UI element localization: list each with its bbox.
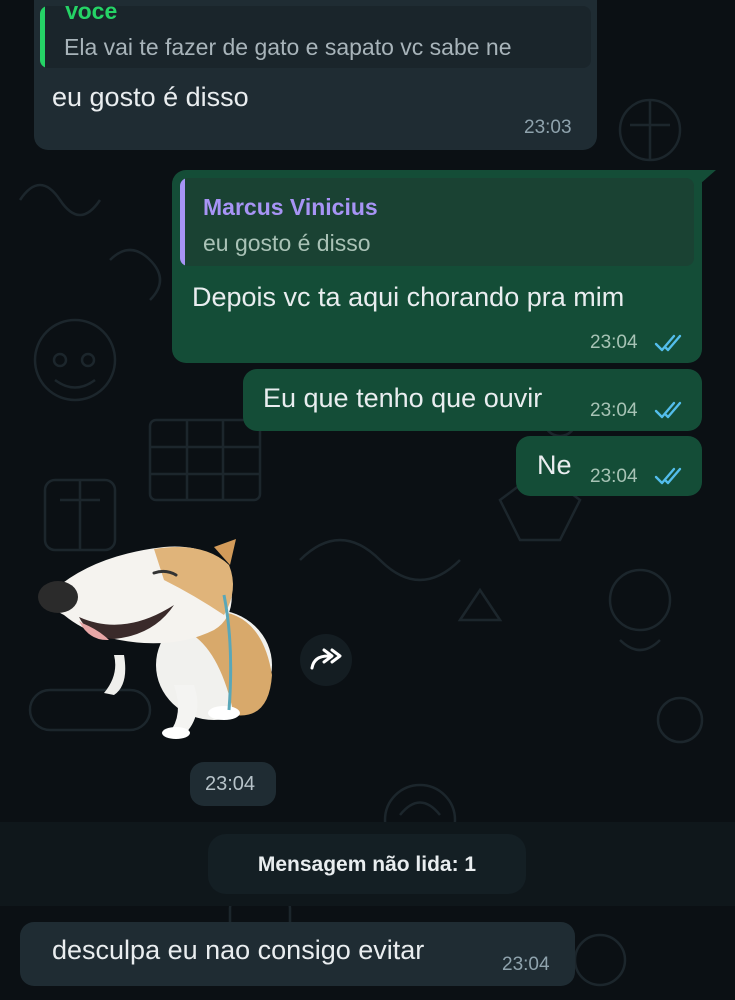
message-time: 23:04 [590, 400, 638, 421]
message-bubble-outgoing[interactable]: Marcus Vinicius eu gosto é disso Depois … [172, 170, 702, 363]
message-bubble-incoming[interactable]: desculpa eu nao consigo evitar 23:04 [20, 922, 575, 986]
forward-button[interactable] [300, 634, 352, 686]
unread-label: Mensagem não lida: 1 [257, 853, 477, 876]
message-time: 23:04 [502, 954, 550, 975]
message-text: eu gosto é disso [52, 82, 249, 112]
message-time: 23:04 [590, 332, 638, 353]
quote-text: Ela vai te fazer de gato e sapato vc sab… [64, 34, 512, 60]
quote-bar [40, 6, 45, 68]
message-time: 23:04 [205, 773, 256, 795]
read-ticks-icon [654, 334, 682, 352]
message-text: Ne [537, 450, 572, 480]
read-ticks-icon [654, 467, 682, 485]
message-time: 23:04 [590, 466, 638, 487]
message-time: 23:03 [524, 117, 572, 138]
forward-icon [310, 648, 342, 670]
unread-messages-banner: Mensagem não lida: 1 [0, 822, 735, 906]
message-text: desculpa eu nao consigo evitar [52, 935, 425, 965]
quoted-message[interactable]: Marcus Vinicius eu gosto é disso [180, 178, 694, 266]
message-bubble-outgoing[interactable]: Eu que tenho que ouvir 23:04 [243, 369, 702, 431]
quoted-message[interactable]: Você Ela vai te fazer de gato e sapato v… [40, 6, 591, 68]
message-bubble-outgoing[interactable]: Ne 23:04 [516, 436, 702, 496]
unread-banner-pill: Mensagem não lida: 1 [208, 834, 526, 894]
quote-author: Você [64, 6, 118, 24]
quote-author: Marcus Vinicius [203, 194, 378, 220]
message-bubble-incoming[interactable]: Você Ela vai te fazer de gato e sapato v… [34, 0, 597, 150]
read-ticks-icon [654, 401, 682, 419]
quote-text: eu gosto é disso [203, 230, 371, 256]
quote-bar [180, 178, 185, 266]
message-text: Eu que tenho que ouvir [263, 383, 543, 413]
bubble-tail [700, 170, 716, 184]
dog-sticker[interactable] [34, 535, 284, 745]
message-text: Depois vc ta aqui chorando pra mim [192, 282, 625, 312]
sticker-time-pill: 23:04 [190, 762, 276, 806]
